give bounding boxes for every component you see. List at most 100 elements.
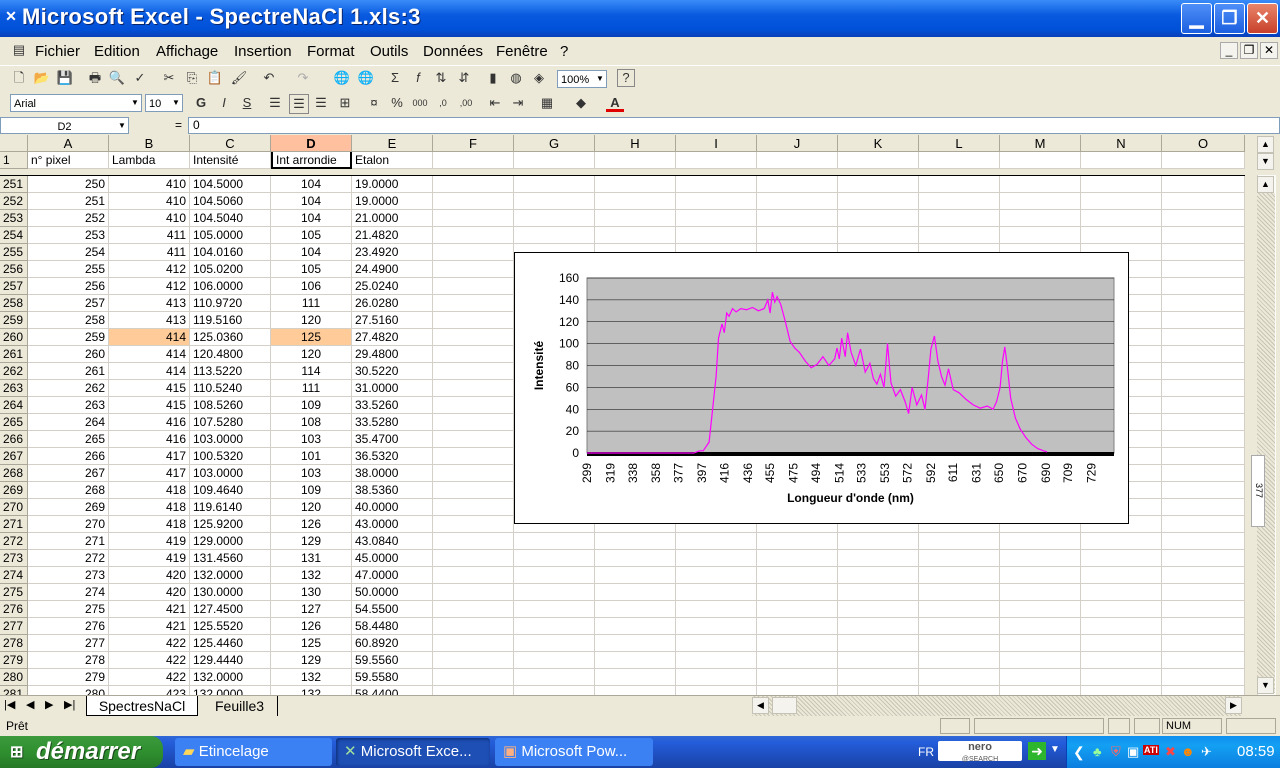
table-cell[interactable]: 130.0000 (190, 584, 271, 601)
tray-expand-icon[interactable]: ❮ (1073, 744, 1085, 761)
column-header-l[interactable]: L (919, 135, 1000, 152)
monitor-icon[interactable]: ▣ (1127, 744, 1139, 760)
table-cell[interactable]: 108 (271, 414, 352, 431)
table-cell[interactable] (1162, 414, 1245, 431)
new-icon[interactable]: 🗋 (10, 69, 28, 87)
table-cell[interactable]: 276 (28, 618, 109, 635)
table-cell[interactable]: 60.8920 (352, 635, 433, 652)
row-header[interactable]: 1 (0, 152, 28, 169)
table-cell[interactable]: 259 (28, 329, 109, 346)
web-toolbar-icon[interactable]: 🌐 (357, 69, 375, 87)
table-cell[interactable]: 110.9720 (190, 295, 271, 312)
sort-descending-icon[interactable]: ⇵ (455, 69, 473, 87)
table-cell[interactable] (838, 176, 919, 193)
table-cell[interactable] (838, 533, 919, 550)
paste-icon[interactable]: 📋 (206, 69, 224, 87)
table-cell[interactable] (838, 550, 919, 567)
table-cell[interactable] (838, 618, 919, 635)
table-cell[interactable] (1000, 652, 1081, 669)
table-cell[interactable]: 129 (271, 652, 352, 669)
table-cell[interactable]: 59.5580 (352, 669, 433, 686)
table-cell[interactable] (1162, 618, 1245, 635)
drawing-icon[interactable]: ◈ (530, 69, 548, 87)
cell[interactable] (919, 152, 1000, 169)
table-cell[interactable] (433, 397, 514, 414)
table-cell[interactable]: 132.0000 (190, 567, 271, 584)
header-cell[interactable]: Etalon (352, 152, 433, 169)
row-header[interactable]: 268 (0, 465, 28, 482)
copy-icon[interactable]: ⎘ (183, 69, 201, 87)
table-cell[interactable]: 108.5260 (190, 397, 271, 414)
table-cell[interactable]: 415 (109, 380, 190, 397)
row-header[interactable]: 281 (0, 686, 28, 695)
table-cell[interactable]: 36.5320 (352, 448, 433, 465)
table-cell[interactable] (919, 584, 1000, 601)
table-cell[interactable]: 125 (271, 329, 352, 346)
table-cell[interactable] (1162, 652, 1245, 669)
table-cell[interactable]: 54.5500 (352, 601, 433, 618)
table-cell[interactable] (676, 567, 757, 584)
table-cell[interactable] (1162, 601, 1245, 618)
align-center-icon[interactable]: ☰ (289, 94, 309, 114)
shield-icon[interactable]: ⛨ (1111, 744, 1121, 760)
table-cell[interactable]: 33.5260 (352, 397, 433, 414)
table-cell[interactable] (1000, 635, 1081, 652)
table-cell[interactable] (676, 686, 757, 695)
table-cell[interactable]: 415 (109, 397, 190, 414)
table-cell[interactable] (757, 176, 838, 193)
row-header[interactable]: 271 (0, 516, 28, 533)
table-cell[interactable]: 101 (271, 448, 352, 465)
font-color-icon[interactable]: A (606, 94, 624, 112)
row-header[interactable]: 276 (0, 601, 28, 618)
table-cell[interactable]: 24.4900 (352, 261, 433, 278)
table-cell[interactable]: 113.5220 (190, 363, 271, 380)
row-header[interactable]: 266 (0, 431, 28, 448)
table-cell[interactable] (1000, 601, 1081, 618)
cell[interactable] (838, 152, 919, 169)
table-cell[interactable]: 103 (271, 465, 352, 482)
row-header[interactable]: 251 (0, 176, 28, 193)
table-cell[interactable] (1162, 380, 1245, 397)
table-cell[interactable]: 23.4920 (352, 244, 433, 261)
table-cell[interactable] (838, 601, 919, 618)
table-cell[interactable]: 43.0000 (352, 516, 433, 533)
help-icon[interactable]: ? (617, 69, 635, 87)
table-cell[interactable] (595, 601, 676, 618)
column-header-d[interactable]: D (271, 135, 352, 152)
menu-format[interactable]: Format (307, 43, 355, 60)
table-cell[interactable] (433, 584, 514, 601)
table-cell[interactable]: 40.0000 (352, 499, 433, 516)
underline-icon[interactable]: S (238, 94, 256, 112)
table-cell[interactable]: 252 (28, 210, 109, 227)
table-cell[interactable] (433, 567, 514, 584)
table-cell[interactable]: 119.6140 (190, 499, 271, 516)
table-cell[interactable] (1000, 567, 1081, 584)
scroll-left-button[interactable]: ◀ (752, 697, 769, 714)
table-cell[interactable]: 421 (109, 601, 190, 618)
table-cell[interactable] (1162, 499, 1245, 516)
table-cell[interactable]: 251 (28, 193, 109, 210)
table-cell[interactable] (433, 346, 514, 363)
table-cell[interactable]: 104 (271, 193, 352, 210)
column-header-m[interactable]: M (1000, 135, 1081, 152)
table-cell[interactable]: 410 (109, 176, 190, 193)
table-cell[interactable]: 105 (271, 261, 352, 278)
table-cell[interactable] (1162, 516, 1245, 533)
table-cell[interactable] (433, 635, 514, 652)
table-cell[interactable] (595, 567, 676, 584)
table-cell[interactable] (1000, 584, 1081, 601)
table-cell[interactable] (433, 482, 514, 499)
table-cell[interactable] (433, 244, 514, 261)
table-cell[interactable] (1162, 584, 1245, 601)
table-cell[interactable] (1162, 533, 1245, 550)
table-cell[interactable] (1000, 176, 1081, 193)
table-cell[interactable]: 423 (109, 686, 190, 695)
table-cell[interactable] (595, 550, 676, 567)
table-cell[interactable] (1162, 431, 1245, 448)
table-cell[interactable] (919, 618, 1000, 635)
row-header[interactable]: 260 (0, 329, 28, 346)
table-cell[interactable] (1000, 550, 1081, 567)
table-cell[interactable]: 106 (271, 278, 352, 295)
column-header-j[interactable]: J (757, 135, 838, 152)
table-cell[interactable] (919, 601, 1000, 618)
